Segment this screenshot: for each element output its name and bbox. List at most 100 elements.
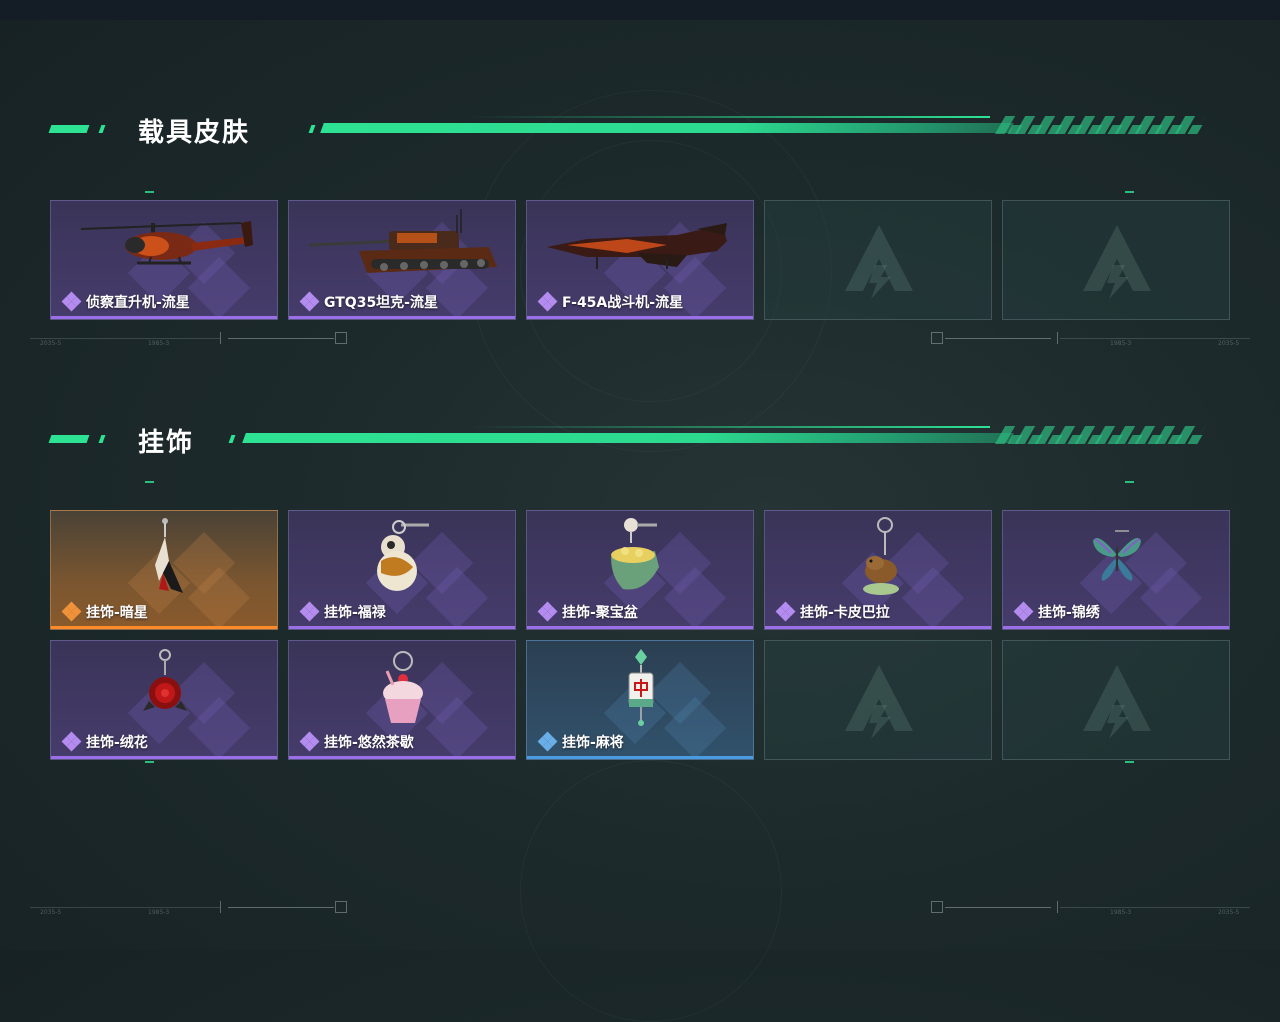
rarity-diamond-icon [299, 601, 320, 622]
hud-line [945, 338, 1051, 339]
top-strip [0, 0, 1280, 20]
capybara-charm-icon [863, 517, 899, 595]
charm-card[interactable]: 挂饰-卡皮巴拉 [764, 510, 992, 630]
gourd-charm-icon [377, 520, 429, 591]
rarity-bar [527, 626, 753, 629]
vehicle-skin-card[interactable]: 侦察直升机-流星 [50, 200, 278, 320]
rarity-bar [289, 756, 515, 759]
item-label: 挂饰-聚宝盆 [537, 601, 638, 622]
corner-mark [145, 191, 154, 193]
header-accent-tick [228, 435, 236, 443]
rarity-bar [289, 316, 515, 319]
treasure-bowl-charm-icon [611, 518, 659, 590]
hud-line [1060, 338, 1250, 339]
charm-card[interactable]: 挂饰-福禄 [288, 510, 516, 630]
header-bar [320, 123, 1014, 133]
hud-tiny-label: 2035-5 [40, 340, 62, 347]
item-name: F-45A战斗机-流星 [562, 295, 684, 311]
hud-line [1060, 907, 1250, 908]
item-name: 挂饰-绒花 [86, 735, 148, 751]
header-thin-line [470, 116, 990, 118]
rarity-diamond-icon [61, 291, 82, 312]
rarity-diamond-icon [537, 291, 558, 312]
vehicle-skin-card[interactable]: F-45A战斗机-流星 [526, 200, 754, 320]
empty-slot-logo-icon [1083, 665, 1151, 739]
rarity-bar [527, 316, 753, 319]
empty-slot-card [764, 640, 992, 760]
crane-charm-icon [155, 518, 183, 593]
vehicle-skins-header: 载具皮肤 [48, 114, 1206, 148]
header-accent-pill [48, 125, 90, 133]
header-checker [997, 435, 1203, 444]
empty-slot-card [764, 200, 992, 320]
rarity-diamond-icon [299, 291, 320, 312]
header-accent-tick [308, 125, 316, 133]
corner-mark [145, 481, 154, 483]
item-name: 挂饰-锦绣 [1038, 605, 1100, 621]
vehicle-skin-card[interactable]: GTQ35坦克-流星 [288, 200, 516, 320]
hud-tiny-label: 2035-5 [40, 909, 62, 916]
item-name: 侦察直升机-流星 [86, 295, 190, 311]
empty-slot-logo-icon [845, 225, 913, 299]
rarity-bar [289, 626, 515, 629]
section-title: 挂饰 [138, 428, 195, 458]
item-label: 挂饰-卡皮巴拉 [775, 601, 890, 622]
item-label: 挂饰-悠然茶歇 [299, 731, 414, 752]
hud-tiny-label: 2035-5 [1218, 909, 1240, 916]
hud-line [30, 338, 220, 339]
charm-card[interactable]: 挂饰-悠然茶歇 [288, 640, 516, 760]
fighter-jet-icon [547, 223, 727, 269]
header-thin-line [470, 426, 990, 428]
item-name: GTQ35坦克-流星 [324, 295, 438, 311]
rarity-diamond-icon [299, 731, 320, 752]
rarity-diamond-icon [1013, 601, 1034, 622]
hud-line [228, 907, 334, 908]
hud-tiny-label: 1985-3 [1110, 340, 1132, 347]
charm-card[interactable]: 挂饰-麻将 [526, 640, 754, 760]
rarity-diamond-icon [775, 601, 796, 622]
rarity-bar [765, 626, 991, 629]
rarity-bar [51, 626, 277, 629]
tank-icon [308, 209, 497, 273]
corner-mark [1125, 191, 1134, 193]
empty-slot-logo-icon [1083, 225, 1151, 299]
item-name: 挂饰-聚宝盆 [562, 605, 638, 621]
item-label: 挂饰-麻将 [537, 731, 624, 752]
header-bar [242, 433, 1014, 443]
item-name: 挂饰-麻将 [562, 735, 624, 751]
rarity-diamond-icon [61, 731, 82, 752]
header-accent-pill [48, 435, 90, 443]
hud-tiny-label: 1985-3 [1110, 909, 1132, 916]
section-title: 载具皮肤 [138, 118, 251, 148]
charm-card[interactable]: 挂饰-聚宝盆 [526, 510, 754, 630]
rarity-bar [1003, 626, 1229, 629]
corner-mark [1125, 761, 1134, 763]
empty-slot-card [1002, 200, 1230, 320]
item-label: 挂饰-绒花 [61, 731, 148, 752]
hud-tick [220, 332, 221, 344]
empty-slot-card [1002, 640, 1230, 760]
item-label: 挂饰-锦绣 [1013, 601, 1100, 622]
item-label: 挂饰-暗星 [61, 601, 148, 622]
hud-tick [1057, 901, 1058, 913]
rarity-diamond-icon [537, 731, 558, 752]
charm-card[interactable]: 挂饰-绒花 [50, 640, 278, 760]
mahjong-charm-icon [628, 649, 654, 726]
hud-line [945, 907, 1051, 908]
item-label: 挂饰-福禄 [299, 601, 386, 622]
corner-mark [1125, 481, 1134, 483]
charm-card[interactable]: 挂饰-暗星 [50, 510, 278, 630]
charm-card[interactable]: 挂饰-锦绣 [1002, 510, 1230, 630]
hud-square [335, 332, 347, 344]
rarity-bar [51, 756, 277, 759]
hud-tick [1057, 332, 1058, 344]
rarity-diamond-icon [61, 601, 82, 622]
item-name: 挂饰-卡皮巴拉 [800, 605, 890, 621]
header-checker [997, 125, 1203, 134]
hud-tiny-label: 1985-3 [148, 909, 170, 916]
item-label: 侦察直升机-流星 [61, 291, 190, 312]
item-label: GTQ35坦克-流星 [299, 291, 438, 312]
rarity-diamond-icon [537, 601, 558, 622]
item-name: 挂饰-悠然茶歇 [324, 735, 414, 751]
charms-header: 挂饰 [48, 424, 1206, 458]
